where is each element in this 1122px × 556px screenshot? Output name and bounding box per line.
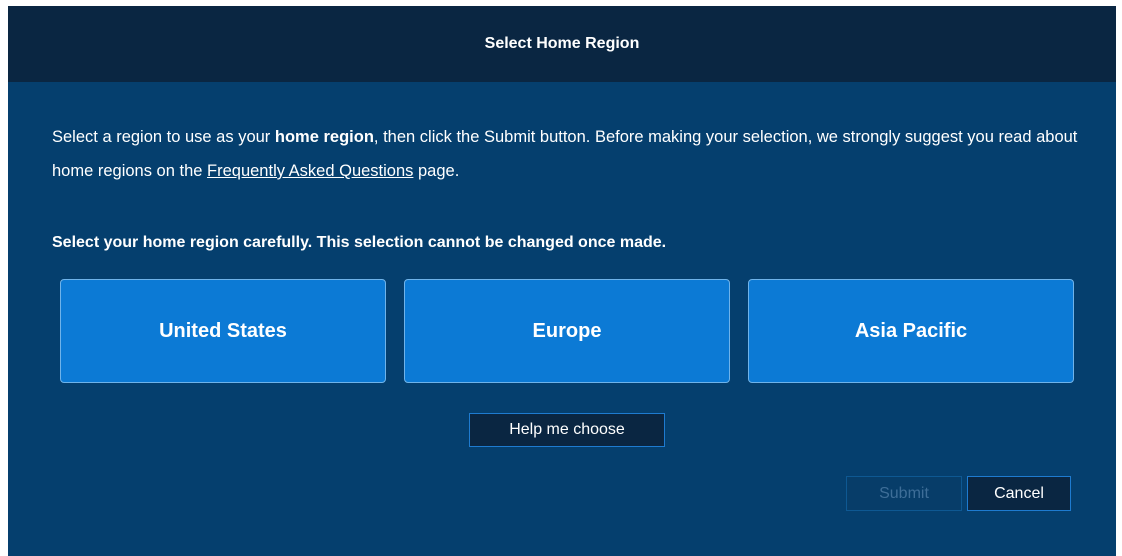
region-button-europe[interactable]: Europe: [404, 279, 730, 383]
region-options: United States Europe Asia Pacific: [60, 279, 1076, 385]
region-button-asia-pacific[interactable]: Asia Pacific: [748, 279, 1074, 383]
warning-text: Select your home region carefully. This …: [52, 234, 667, 251]
intro-part-1: Select a region to use as your: [52, 128, 275, 146]
faq-link[interactable]: Frequently Asked Questions: [207, 162, 413, 180]
intro-text: Select a region to use as your home regi…: [52, 120, 1102, 188]
select-home-region-dialog: Select Home Region Select a region to us…: [8, 6, 1116, 556]
dialog-titlebar: Select Home Region: [8, 6, 1116, 82]
region-button-united-states[interactable]: United States: [60, 279, 386, 383]
intro-part-3: page.: [413, 162, 460, 180]
intro-bold-home-region: home region: [274, 128, 374, 146]
dialog-title: Select Home Region: [484, 35, 640, 52]
help-me-choose-button[interactable]: Help me choose: [469, 413, 665, 447]
submit-button[interactable]: Submit: [846, 476, 962, 511]
cancel-button[interactable]: Cancel: [967, 476, 1071, 511]
